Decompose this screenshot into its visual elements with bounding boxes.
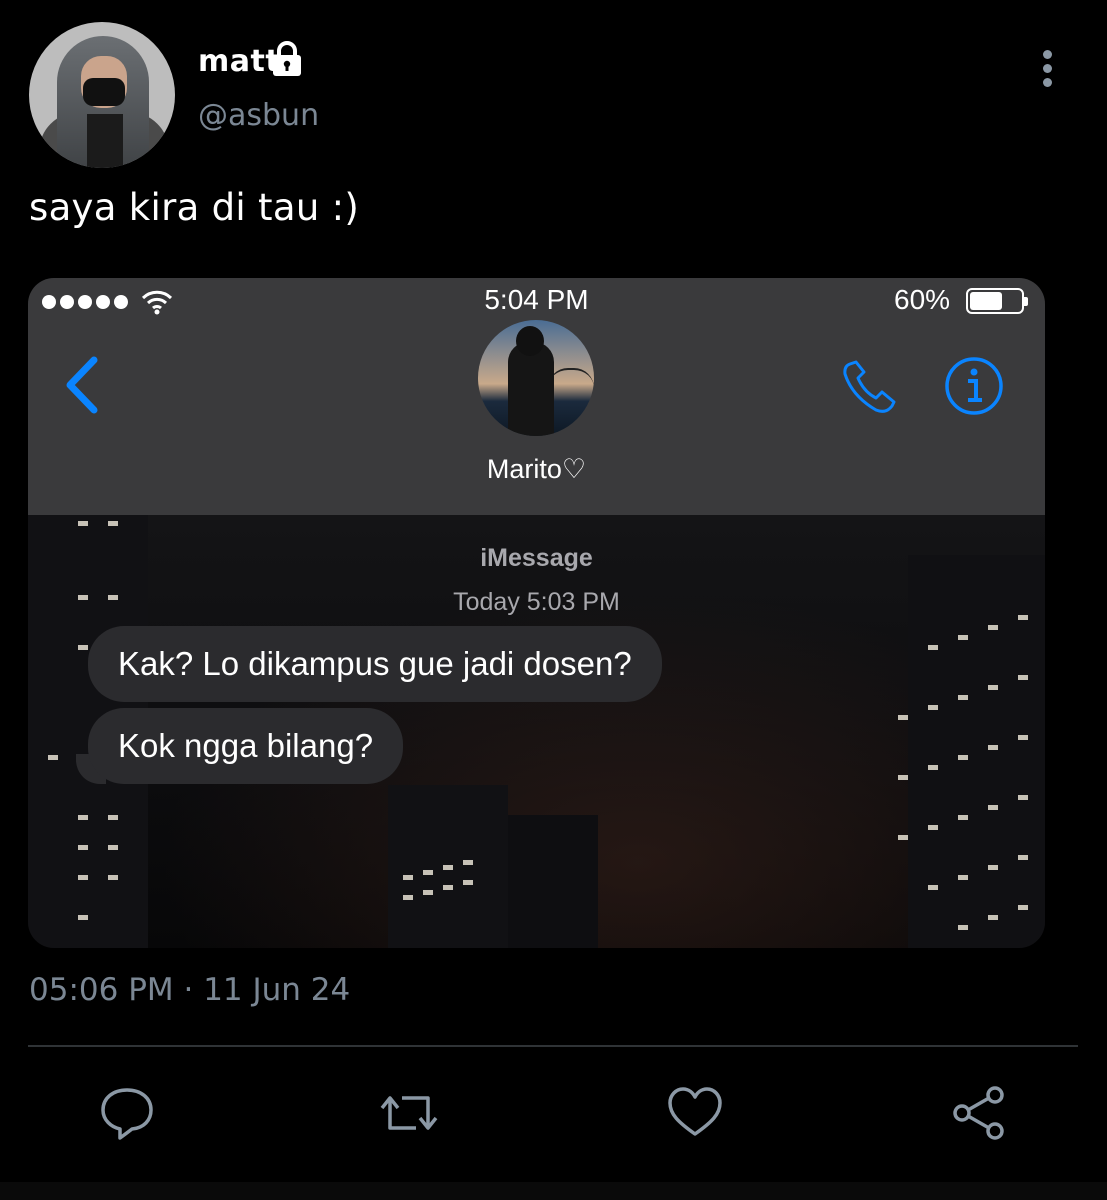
- avatar-mask: [83, 78, 125, 106]
- battery-percent: 60%: [894, 284, 951, 315]
- service-label: iMessage: [480, 544, 593, 572]
- divider: [28, 1045, 1078, 1047]
- thread-time: Today 5:03 PM: [453, 588, 620, 616]
- retweet-icon[interactable]: [380, 1084, 438, 1142]
- bottom-bar: [0, 1182, 1107, 1200]
- phone-icon: [843, 360, 896, 413]
- info-icon: [945, 357, 1003, 415]
- lock-icon: [273, 41, 301, 76]
- more-icon[interactable]: [1035, 50, 1059, 92]
- like-icon[interactable]: [666, 1084, 724, 1142]
- author-handle[interactable]: @asbun: [198, 98, 319, 133]
- tweet-text: saya kira di tau :): [29, 186, 360, 229]
- imessage-header: 5:04 PM 60% Marito♡: [28, 278, 1045, 515]
- battery-icon: [966, 288, 1028, 314]
- message-bubble: Kok ngga bilang?: [88, 708, 404, 784]
- back-chevron-icon: [66, 356, 98, 414]
- attached-image[interactable]: 5:04 PM 60% Marito♡ iMessage Today 5:03 …: [28, 278, 1045, 948]
- message-bubble: Kak? Lo dikampus gue jadi dosen?: [88, 626, 662, 702]
- status-time: 5:04 PM: [484, 284, 589, 315]
- avatar-shirt: [87, 114, 123, 168]
- author-avatar[interactable]: [29, 22, 175, 168]
- contact-name: Marito♡: [486, 454, 587, 484]
- share-icon[interactable]: [950, 1084, 1008, 1142]
- tweet-timestamp[interactable]: 05:06 PM · 11 Jun 24: [29, 972, 350, 1008]
- reply-icon[interactable]: [98, 1084, 156, 1142]
- contact-avatar: [478, 320, 594, 436]
